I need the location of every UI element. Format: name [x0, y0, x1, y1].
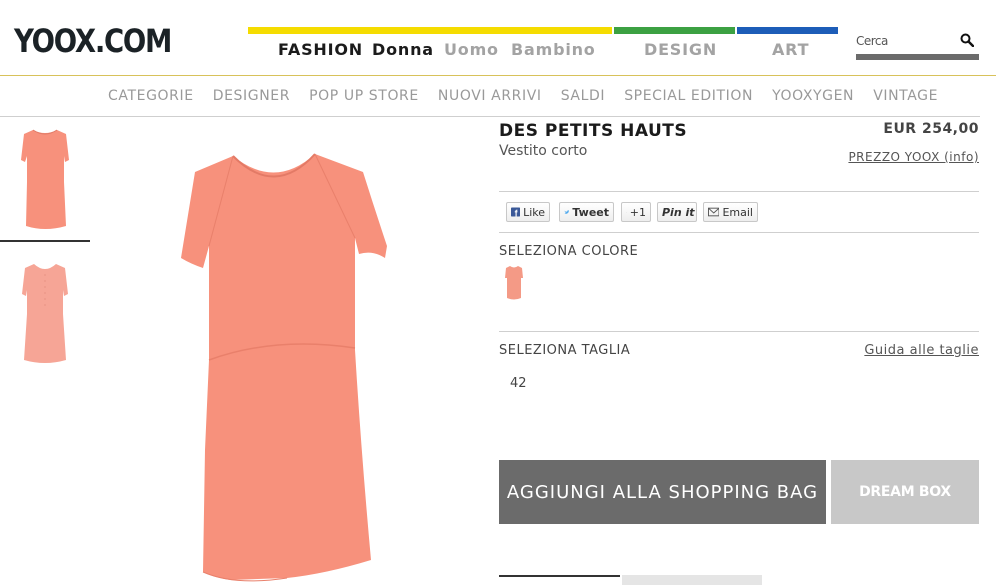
search-box: [856, 28, 979, 60]
svg-text:g: g: [626, 211, 627, 213]
fashion-color-bar: [248, 27, 612, 34]
facebook-like-button[interactable]: Like: [506, 202, 550, 222]
divider: [499, 191, 979, 192]
dress-front-thumb-image: [21, 129, 69, 229]
pinterest-label: Pin it: [662, 205, 695, 219]
details-tab[interactable]: [499, 575, 620, 585]
search-input[interactable]: [856, 31, 956, 51]
size-option-42[interactable]: 42: [510, 376, 527, 391]
tweet-label: Tweet: [572, 205, 609, 219]
subnav-special-edition[interactable]: SPECIAL EDITION: [624, 88, 753, 104]
subnav-vintage[interactable]: VINTAGE: [873, 88, 938, 104]
subnav-saldi[interactable]: SALDI: [561, 88, 605, 104]
divider: [499, 331, 979, 332]
size-guide-link[interactable]: Guida alle taglie: [864, 343, 979, 358]
design-color-bar: [614, 27, 735, 34]
email-share-label: Email: [722, 205, 753, 219]
add-to-shopping-bag-button[interactable]: AGGIUNGI ALLA SHOPPING BAG: [499, 460, 826, 524]
subnav-categorie[interactable]: CATEGORIE: [108, 88, 194, 104]
google-plus-label: +1: [629, 205, 646, 219]
yoox-logo[interactable]: YOOX.COM: [14, 22, 172, 60]
nav-design[interactable]: DESIGN: [644, 40, 717, 59]
product-main-image[interactable]: [175, 150, 395, 585]
color-swatch-salmon[interactable]: [503, 262, 525, 304]
pinterest-button[interactable]: Pin it: [657, 202, 697, 222]
google-plus-icon: g: [626, 211, 627, 213]
subnav-designer[interactable]: DESIGNER: [213, 88, 290, 104]
category-subnav: CATEGORIE DESIGNER POP UP STORE NUOVI AR…: [108, 88, 952, 104]
select-size-label: SELEZIONA TAGLIA: [499, 343, 631, 358]
envelope-icon: [708, 207, 720, 217]
nav-bambino[interactable]: Bambino: [511, 40, 596, 59]
product-price: EUR 254,00: [883, 121, 979, 137]
price-info-link[interactable]: PREZZO YOOX (info): [848, 150, 979, 164]
details-tab-inactive[interactable]: [622, 575, 762, 585]
product-brand[interactable]: DES PETITS HAUTS: [499, 121, 687, 141]
select-color-label: SELEZIONA COLORE: [499, 244, 639, 259]
email-share-button[interactable]: Email: [703, 202, 758, 222]
divider: [499, 232, 979, 233]
nav-fashion[interactable]: FASHION: [278, 40, 363, 59]
google-plus-button[interactable]: g +1: [621, 202, 651, 222]
subnav-divider: [0, 116, 980, 117]
tweet-button[interactable]: Tweet: [559, 202, 614, 222]
art-color-bar: [737, 27, 838, 34]
subnav-nuovi-arrivi[interactable]: NUOVI ARRIVI: [438, 88, 542, 104]
nav-uomo[interactable]: Uomo: [444, 40, 499, 59]
nav-art[interactable]: ART: [772, 40, 809, 59]
twitter-bird-icon: [564, 210, 570, 214]
header-divider: [0, 75, 996, 76]
facebook-like-label: Like: [523, 205, 545, 219]
dream-box-button[interactable]: DREAM BOX: [831, 460, 979, 524]
search-icon[interactable]: [960, 33, 974, 47]
subnav-yooxygen[interactable]: YOOXYGEN: [772, 88, 854, 104]
product-subtitle: Vestito corto: [499, 143, 588, 159]
thumbnail-front[interactable]: [0, 122, 90, 242]
thumbnail-back[interactable]: [0, 256, 90, 368]
subnav-pop-up-store[interactable]: POP UP STORE: [309, 88, 419, 104]
dress-back-thumb-image: [22, 264, 68, 363]
facebook-icon: [511, 207, 521, 217]
nav-donna[interactable]: Donna: [372, 40, 434, 59]
